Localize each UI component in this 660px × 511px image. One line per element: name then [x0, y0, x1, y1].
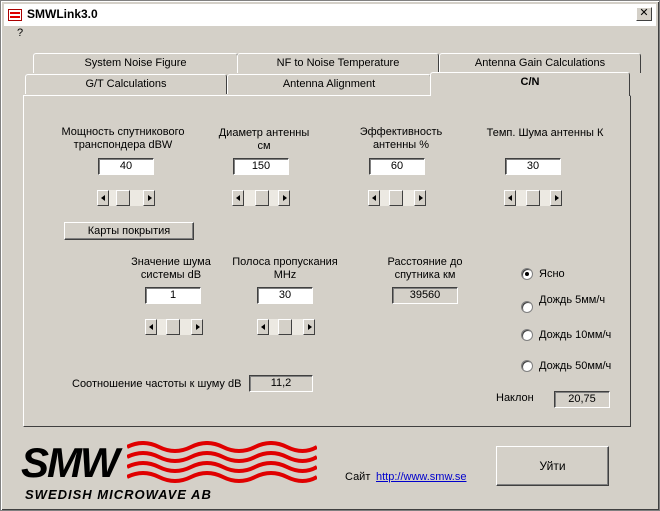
smw-logo-text: SMW: [21, 439, 120, 486]
tab-cn[interactable]: C/N: [430, 72, 630, 96]
transponder-power-input[interactable]: 40: [98, 158, 154, 175]
weather-option-label: Дождь 50мм/ч: [539, 360, 612, 372]
tab-nf-to-noise-temperature[interactable]: NF to Noise Temperature: [237, 53, 439, 73]
exit-button[interactable]: Уйти: [496, 446, 609, 486]
site-link[interactable]: http://www.smw.se: [376, 471, 466, 483]
antenna-temp-label: Темп. Шума антенны К: [486, 127, 604, 139]
close-icon[interactable]: ✕: [636, 7, 652, 21]
title-bar: SMWLink3.0 ✕: [4, 4, 656, 26]
antenna-diameter-label: Диаметр антенны см: [218, 127, 310, 152]
antenna-efficiency-slider[interactable]: [368, 190, 426, 206]
antenna-temp-slider[interactable]: [504, 190, 562, 206]
weather-option-label: Дождь 5мм/ч: [539, 294, 606, 306]
tab-antenna-alignment[interactable]: Antenna Alignment: [227, 74, 431, 94]
antenna-efficiency-input[interactable]: 60: [369, 158, 425, 175]
weather-radio-rain-5[interactable]: [521, 301, 533, 313]
distance-label: Расстояние до спутника км: [387, 256, 463, 281]
app-window: SMWLink3.0 ✕ ? System Noise Figure NF to…: [0, 0, 660, 511]
system-noise-input[interactable]: 1: [145, 287, 201, 304]
transponder-power-label: Мощность спутникового транспондера dBW: [61, 126, 185, 151]
slope-value: 20,75: [554, 391, 610, 408]
distance-value: 39560: [392, 287, 458, 304]
bandwidth-label: Полоса пропускания MHz: [232, 256, 338, 281]
site-label: Сайт: [345, 471, 371, 483]
antenna-diameter-input[interactable]: 150: [233, 158, 289, 175]
weather-option-label: Дождь 10мм/ч: [539, 329, 612, 341]
cn-panel: Мощность спутникового транспондера dBW Д…: [23, 95, 631, 427]
antenna-temp-input[interactable]: 30: [505, 158, 561, 175]
help-menu[interactable]: ?: [17, 27, 23, 39]
coverage-maps-button[interactable]: Карты покрытия: [64, 222, 194, 240]
bandwidth-input[interactable]: 30: [257, 287, 313, 304]
antenna-diameter-slider[interactable]: [232, 190, 290, 206]
weather-radio-rain-10[interactable]: [521, 329, 533, 341]
system-noise-label: Значение шума системы dB: [131, 256, 211, 281]
cn-ratio-value: 11,2: [249, 375, 313, 392]
tab-antenna-gain-calculations[interactable]: Antenna Gain Calculations: [439, 53, 641, 73]
slope-label: Наклон: [496, 392, 534, 404]
bandwidth-slider[interactable]: [257, 319, 315, 335]
tab-gt-calculations[interactable]: G/T Calculations: [25, 74, 227, 94]
weather-radio-rain-50[interactable]: [521, 360, 533, 372]
weather-option-label: Ясно: [539, 268, 565, 280]
antenna-efficiency-label: Эффективность антенны %: [359, 126, 443, 151]
system-noise-slider[interactable]: [145, 319, 203, 335]
waves-logo-icon: [127, 441, 317, 483]
weather-radio-clear[interactable]: [521, 268, 533, 280]
window-title: SMWLink3.0: [27, 7, 98, 21]
cn-ratio-label: Соотношение частоты к шуму dB: [72, 378, 242, 390]
app-icon: [8, 9, 22, 21]
smw-logo-subtitle: SWEDISH MICROWAVE AB: [25, 487, 212, 502]
transponder-power-slider[interactable]: [97, 190, 155, 206]
tab-system-noise-figure[interactable]: System Noise Figure: [33, 53, 238, 73]
